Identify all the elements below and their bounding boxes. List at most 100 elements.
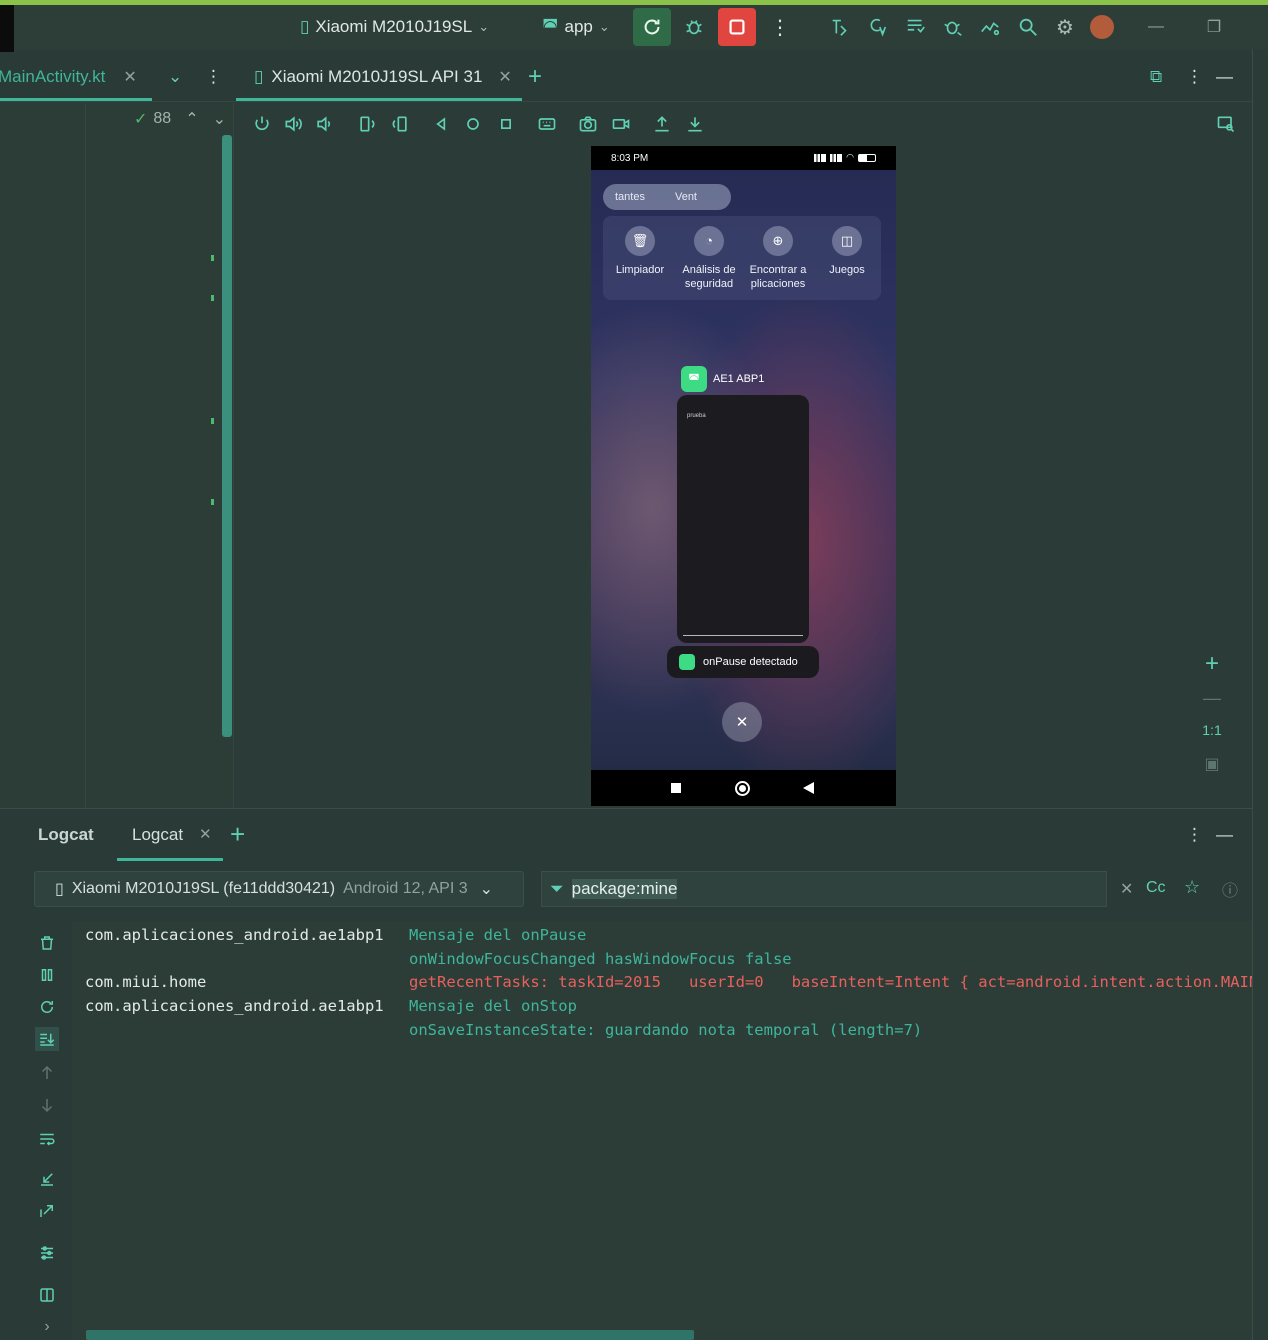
pull-file-button[interactable] [683, 112, 707, 136]
detach-button[interactable]: ⧉ [1150, 52, 1162, 102]
match-case-button[interactable]: Cc [1146, 879, 1166, 897]
home-nav-icon[interactable] [735, 781, 750, 796]
trash-icon [41, 936, 53, 950]
screenshot-button[interactable] [576, 112, 600, 136]
pause-button[interactable] [35, 963, 59, 987]
home-button[interactable] [461, 112, 485, 136]
close-icon[interactable]: ✕ [199, 825, 212, 843]
minimize-icon: — [1148, 18, 1164, 35]
logcat-minimize-button[interactable]: — [1216, 825, 1233, 845]
device-screen[interactable]: 8:03 PM ◠ tantes Vent 🗑 Limpiador ◔ Anál… [591, 146, 896, 806]
keyboard-icon [538, 118, 556, 130]
recents-filter-pill[interactable]: tantes Vent [603, 184, 731, 210]
rerun-button[interactable] [633, 8, 671, 46]
format-settings-button[interactable] [35, 1241, 59, 1265]
apply-changes-button[interactable] [824, 11, 856, 43]
chevron-down-icon[interactable]: ⌄ [213, 109, 226, 129]
favorite-star-icon[interactable]: ☆ [1184, 877, 1200, 898]
stop-button[interactable] [718, 8, 756, 46]
volume-down-button[interactable] [312, 112, 336, 136]
panel-more-button[interactable]: ⋮ [1186, 52, 1203, 102]
add-device-tab-button[interactable]: + [528, 52, 542, 102]
back-nav-icon[interactable] [803, 782, 814, 794]
recents-nav-icon[interactable] [671, 783, 681, 793]
logcat-output[interactable]: com.aplicaciones_android.ae1abp1 Mensaje… [72, 921, 1258, 1340]
android-app-icon [679, 654, 695, 670]
tab-main-activity[interactable]: MainActivity.kt ✕ [0, 52, 152, 102]
tab-logcat[interactable]: Logcat [132, 825, 183, 845]
quick-action-cleaner[interactable]: 🗑 Limpiador [606, 226, 674, 277]
chevron-up-icon[interactable]: ⌃ [185, 109, 198, 129]
attach-debugger-button[interactable] [937, 11, 969, 43]
active-tab-indicator [0, 98, 152, 101]
previous-occurrence-button[interactable] [35, 1061, 59, 1085]
trash-icon: 🗑 [625, 226, 655, 256]
pill-right-label: Vent [674, 191, 697, 203]
logcat-device-selector[interactable]: ▯ Xiaomi M2010J19SL (fe11ddd30421) Andro… [34, 871, 524, 907]
logcat-more-button[interactable]: ⋮ [1186, 825, 1203, 845]
code-editor[interactable]: ✓ 88 ⌃ ⌄ [0, 103, 234, 808]
zoom-in-button[interactable]: + [1196, 650, 1228, 678]
right-tool-strip [1252, 49, 1268, 1340]
zoom-reset-button[interactable]: 1:1 [1196, 722, 1228, 738]
device-selector[interactable]: ▯ Xiaomi M2010J19SL ⌄ [300, 5, 489, 49]
add-logcat-tab-button[interactable]: + [230, 819, 245, 850]
settings-button[interactable]: ⚙ [1049, 11, 1081, 43]
clear-query-button[interactable]: ✕ [1120, 879, 1133, 899]
keyboard-button[interactable] [535, 112, 559, 136]
close-icon[interactable]: ✕ [498, 67, 511, 87]
minimize-button[interactable]: — [1140, 11, 1172, 43]
quick-action-find-apps[interactable]: ⊕ Encontrar a plicaciones [744, 226, 812, 291]
quick-action-security[interactable]: ◔ Análisis de seguridad [675, 226, 743, 291]
recent-app-card[interactable]: prueba [677, 395, 809, 643]
quick-action-games[interactable]: ◫ Juegos [813, 226, 881, 277]
volume-up-button[interactable] [281, 112, 305, 136]
import-icon [41, 1173, 53, 1186]
back-button[interactable] [429, 112, 453, 136]
expand-toolbar-button[interactable]: › [35, 1315, 59, 1339]
tab-device-mirror[interactable]: ▯ Xiaomi M2010J19SL API 31 ✕ [254, 52, 512, 102]
record-button[interactable] [609, 112, 633, 136]
panel-minimize-button[interactable]: — [1216, 52, 1233, 102]
rotate-left-button[interactable] [355, 112, 379, 136]
inspection-widget[interactable]: ✓ 88 ⌃ ⌄ [134, 109, 226, 129]
more-actions-button[interactable]: ⋮ [764, 11, 796, 43]
zoom-fit-button[interactable]: ▣ [1196, 754, 1228, 774]
zoom-out-button[interactable]: — [1196, 688, 1228, 709]
tabs-dropdown-button[interactable]: ⌄ [168, 52, 182, 102]
device-explorer-button[interactable] [1214, 112, 1238, 136]
export-button[interactable] [35, 1199, 59, 1223]
close-icon[interactable]: ✕ [123, 67, 136, 87]
apply-code-changes-button[interactable] [862, 11, 894, 43]
run-config-selector[interactable]: ◚ app ⌄ [542, 5, 610, 49]
restart-button[interactable] [35, 995, 59, 1019]
recent-app-header[interactable]: ◚ AE1 ABP1 [681, 366, 764, 392]
import-button[interactable] [35, 1167, 59, 1191]
logcat-query-input[interactable]: ⏷ package:mine [541, 871, 1107, 907]
more-vertical-icon: ⋮ [205, 67, 222, 86]
clear-recents-button[interactable]: ✕ [722, 702, 762, 742]
logcat-horizontal-scrollbar[interactable] [86, 1330, 694, 1340]
clear-logcat-button[interactable] [35, 931, 59, 955]
search-icon [1019, 18, 1037, 36]
avatar[interactable] [1090, 15, 1114, 39]
debug-button[interactable] [678, 11, 710, 43]
rotate-right-button[interactable] [388, 112, 412, 136]
change-marker [211, 255, 214, 261]
scroll-to-end-button[interactable] [35, 1027, 59, 1051]
overview-button[interactable] [494, 112, 518, 136]
push-file-button[interactable] [650, 112, 674, 136]
apply-changes-icon [832, 19, 847, 36]
tabs-more-button[interactable]: ⋮ [205, 52, 222, 102]
help-icon[interactable]: ⓘ [1222, 877, 1238, 901]
restore-button[interactable]: ❐ [1198, 11, 1230, 43]
upload-icon [655, 116, 669, 132]
next-occurrence-button[interactable] [35, 1093, 59, 1117]
split-panel-button[interactable] [35, 1283, 59, 1307]
profiler-button[interactable] [974, 11, 1006, 43]
soft-wrap-button[interactable] [35, 1127, 59, 1151]
sync-gradle-button[interactable] [900, 11, 932, 43]
power-button[interactable] [250, 112, 274, 136]
search-button[interactable] [1012, 11, 1044, 43]
editor-scrollbar[interactable] [222, 135, 232, 737]
